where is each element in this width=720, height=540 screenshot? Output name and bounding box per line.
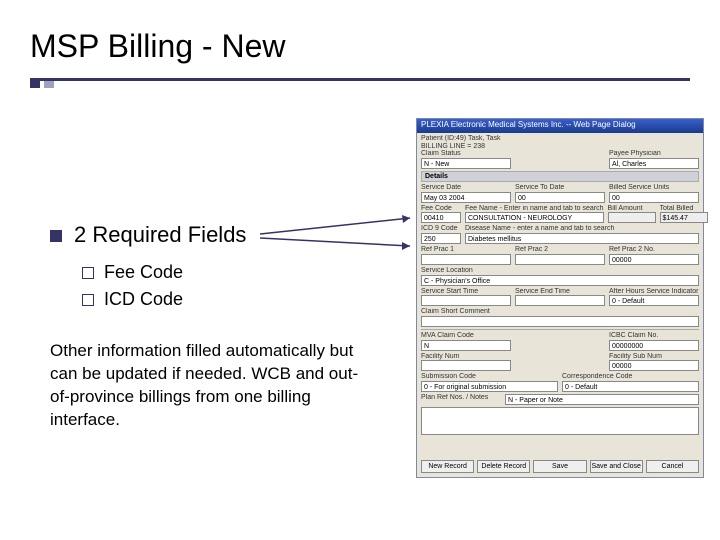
details-header: Details [421,171,699,182]
cancel-button[interactable]: Cancel [646,460,699,473]
hollow-box-icon [82,267,94,279]
after-hours-field[interactable]: 0 - Default [609,295,699,306]
mva-label: MVA Claim Code [421,332,511,340]
save-button[interactable]: Save [533,460,586,473]
facility-num-field[interactable] [421,360,511,371]
bullet-text: 2 Required Fields [74,222,246,247]
dialog-body: Patient (ID:49) Task, Task BILLING LINE … [417,133,703,439]
sub-bullet-icd-code: ICD Code [82,289,183,310]
save-close-button[interactable]: Save and Close [590,460,643,473]
service-start-field[interactable] [421,295,511,306]
short-comment-field[interactable] [421,316,699,327]
service-end-field[interactable] [515,295,605,306]
facility-num-label: Facility Num [421,353,511,361]
ref-prac2-field[interactable] [515,254,605,265]
icd-hint: Disease Name - enter a name and tab to s… [465,225,699,233]
title-underline [30,78,690,81]
after-hours-label: After Hours Service Indicator [609,288,699,296]
claim-status-label: Claim Status [421,150,511,158]
service-start-label: Service Start Time [421,288,511,296]
slide-title: MSP Billing - New [30,28,285,65]
sub-bullet-list: Fee Code ICD Code [82,256,183,316]
notes-textarea[interactable] [421,407,699,435]
icd-code-label: ICD 9 Code [421,225,461,233]
correspondence-field[interactable]: 0 - Default [562,381,699,392]
billing-line: BILLING LINE = 238 [421,143,699,151]
ref-prac1-label: Ref Prac 1 [421,246,511,254]
bill-amount-field[interactable] [608,212,656,223]
service-end-label: Service End Time [515,288,605,296]
service-to-date-label: Service To Date [515,184,605,192]
payee-field[interactable]: Al, Charles [609,158,699,169]
service-location-label: Service Location [421,267,699,275]
button-bar: New Record Delete Record Save Save and C… [421,460,699,473]
new-record-button[interactable]: New Record [421,460,474,473]
fee-code-field[interactable]: 00410 [421,212,461,223]
service-units-label: Billed Service Units [609,184,699,192]
hollow-box-icon [82,294,94,306]
sub-bullet-fee-code: Fee Code [82,262,183,283]
mva-field[interactable]: N [421,340,511,351]
fee-code-hint: Fee Name - Enter in name and tab to sear… [465,205,604,213]
note-type-field[interactable]: N - Paper or Note [505,394,699,405]
billing-dialog: PLEXIA Electronic Medical Systems Inc. -… [416,118,704,478]
service-units-field[interactable]: 00 [609,192,699,203]
service-to-date-field[interactable]: 00 [515,192,605,203]
facility-sub-label: Facility Sub Num [609,353,699,361]
short-comment-label: Claim Short Comment [421,308,699,316]
divider [421,329,699,330]
total-billed-field: $145.47 [660,212,708,223]
sub-bullet-label: ICD Code [104,289,183,309]
ref-prac2-label: Ref Prac 2 [515,246,605,254]
arrow-to-fee-code [260,214,420,254]
facility-sub-field[interactable]: 00000 [609,360,699,371]
submission-field[interactable]: 0 - For original submission [421,381,558,392]
delete-record-button[interactable]: Delete Record [477,460,530,473]
service-date-label: Service Date [421,184,511,192]
ref-prac1-field[interactable] [421,254,511,265]
icd-code-field[interactable]: 250 [421,233,461,244]
submission-label: Submission Code [421,373,558,381]
slide: MSP Billing - New 2 Required Fields Fee … [0,0,720,540]
total-billed-label: Total Billed [660,205,708,213]
claim-status-field[interactable]: N - New [421,158,511,169]
icd-name-field[interactable]: Diabetes mellitus [465,233,699,244]
payee-label: Payee Physician [609,150,699,158]
sub-bullet-label: Fee Code [104,262,183,282]
service-date-field[interactable]: May 03 2004 [421,192,511,203]
bullet-required-fields: 2 Required Fields [50,222,246,248]
bill-amount-label: Bill Amount [608,205,656,213]
patient-line: Patient (ID:49) Task, Task [421,135,699,143]
dialog-titlebar: PLEXIA Electronic Medical Systems Inc. -… [417,119,703,133]
ref-prac2-no-label: Ref Prac 2 No. [609,246,699,254]
fee-name-field[interactable]: CONSULTATION - NEUROLOGY [465,212,604,223]
note-label: Plan Ref Nos. / Notes [421,394,501,402]
fee-code-label: Fee Code [421,205,461,213]
icbc-field[interactable]: 00000000 [609,340,699,351]
bullet-square-icon [50,230,62,242]
arrow-to-icd-code [260,224,420,264]
icbc-label: ICBC Claim No. [609,332,699,340]
ref-prac2-no-field[interactable]: 00000 [609,254,699,265]
correspondence-label: Correspondence Code [562,373,699,381]
service-location-field[interactable]: C - Physician's Office [421,275,699,286]
body-paragraph: Other information filled automatically b… [50,340,370,432]
